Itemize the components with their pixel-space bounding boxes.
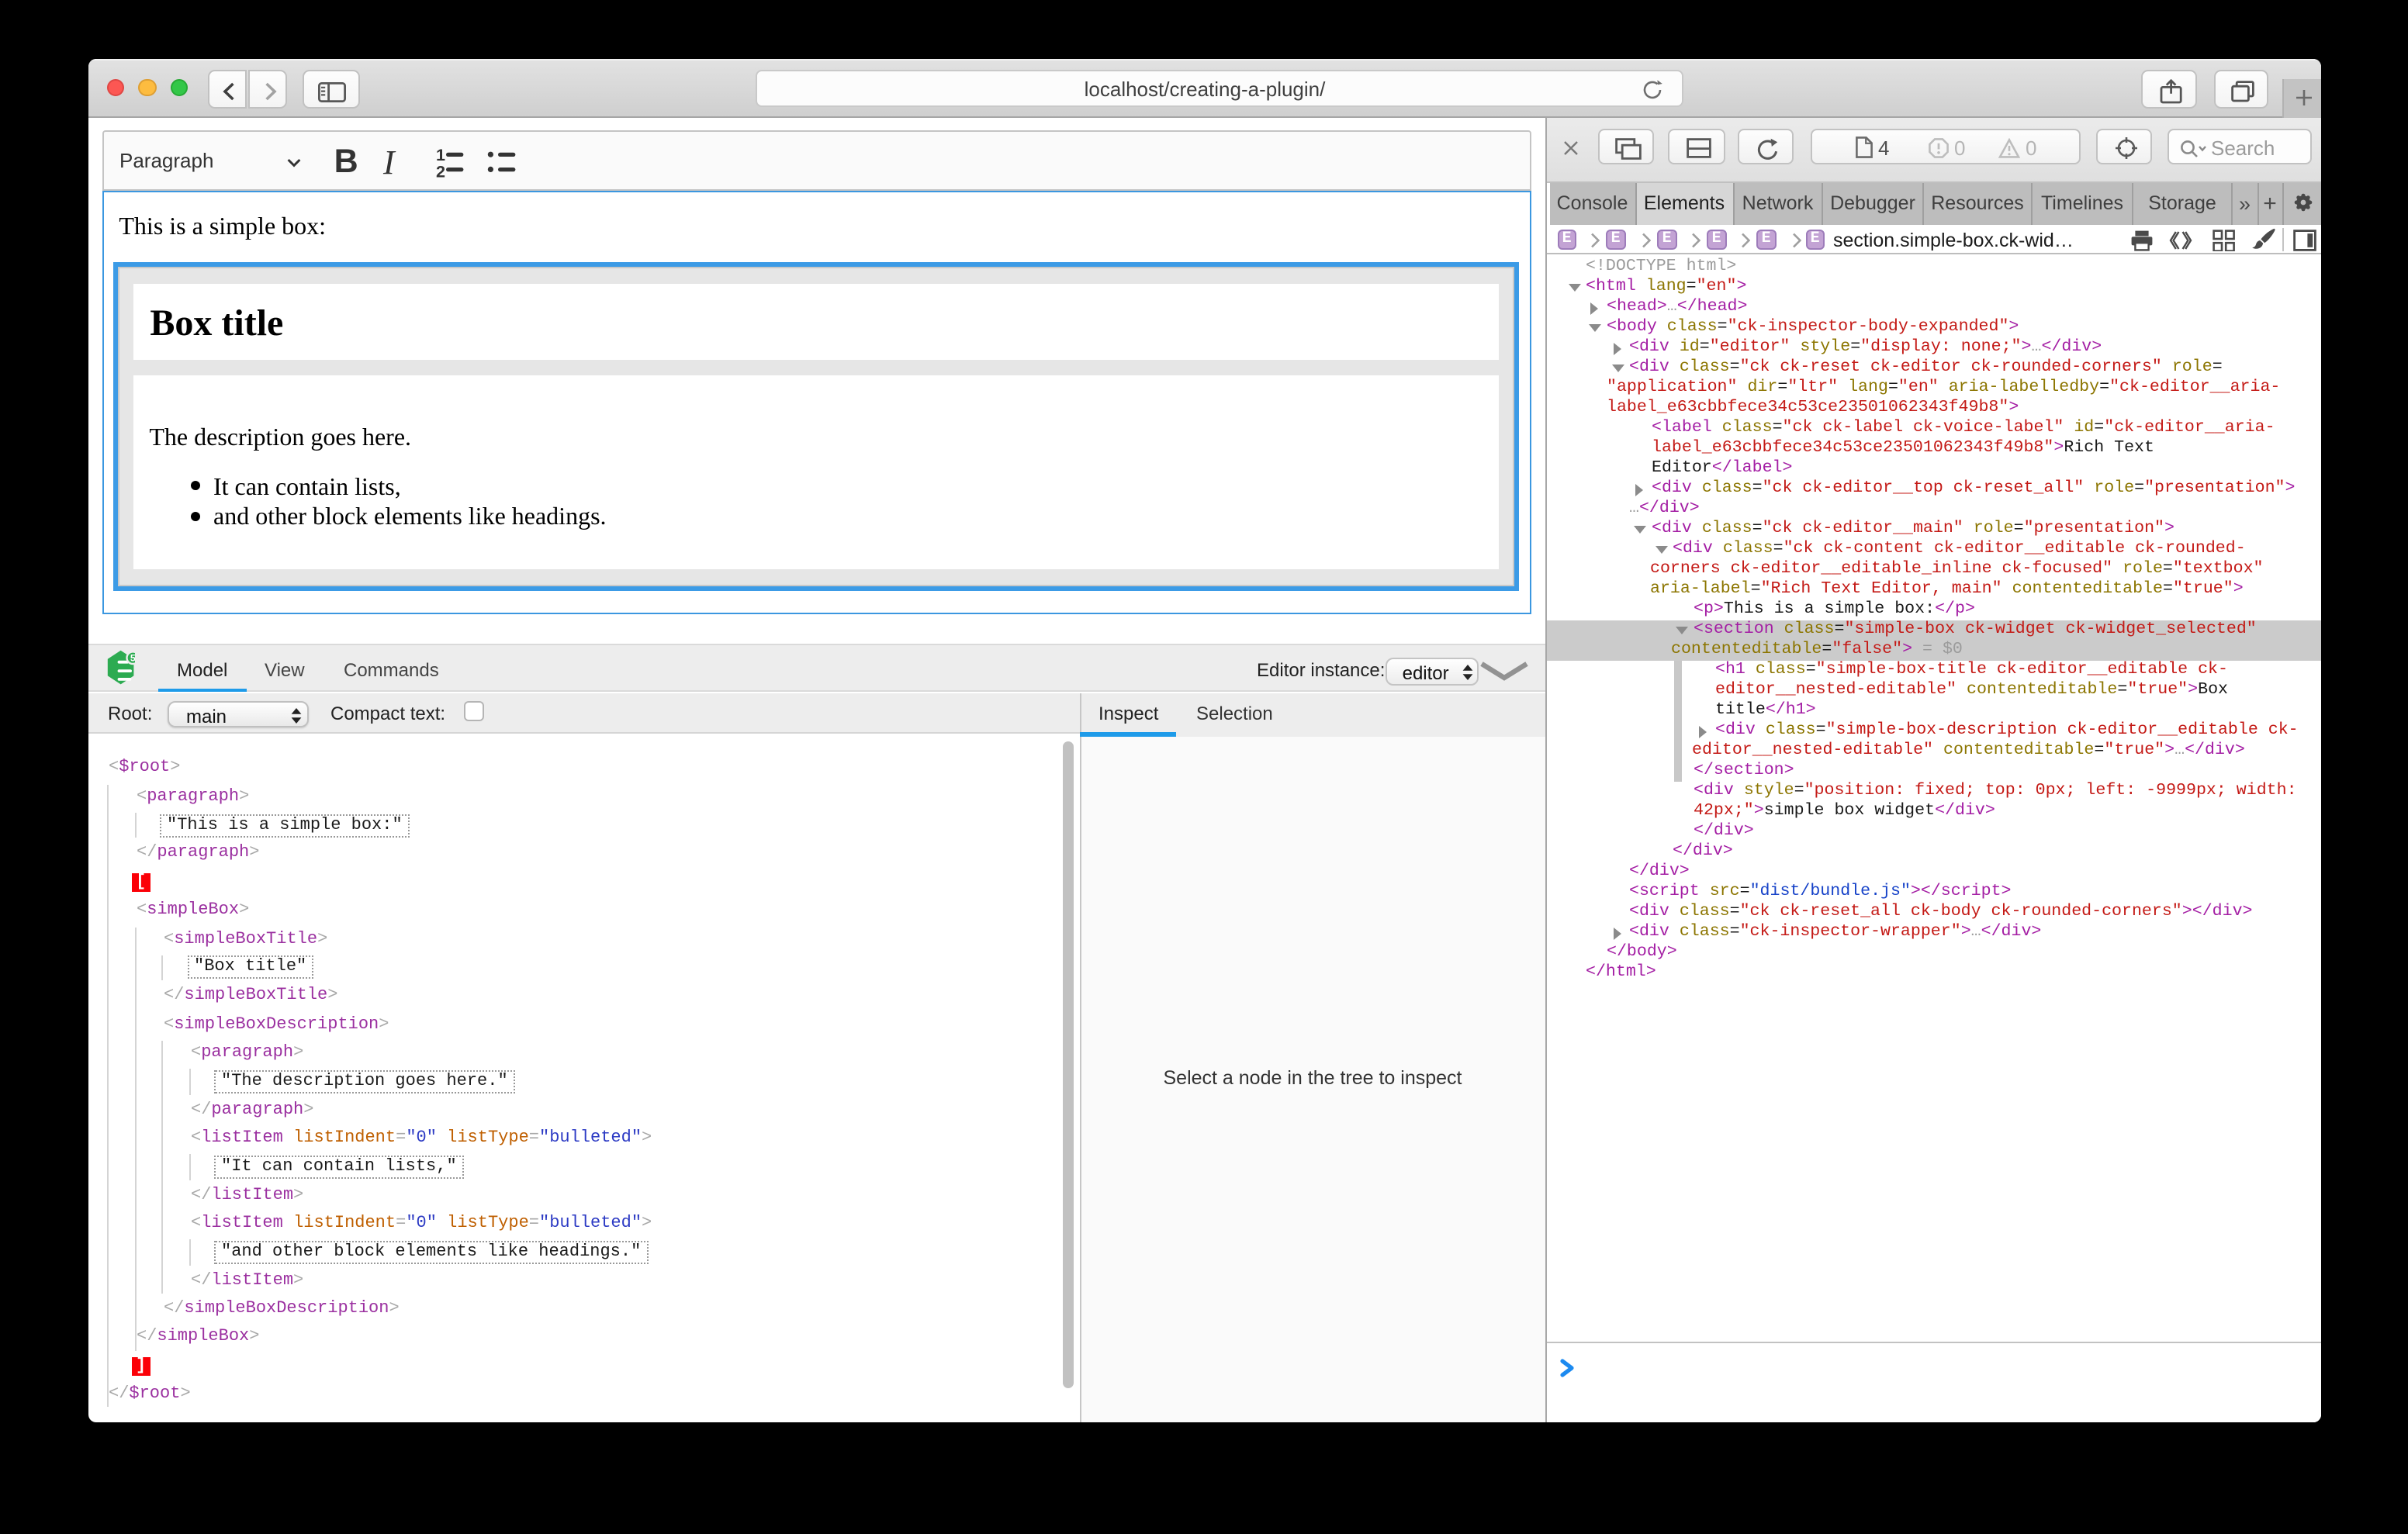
- svg-text:5: 5: [130, 653, 134, 664]
- svg-text:2: 2: [435, 162, 445, 178]
